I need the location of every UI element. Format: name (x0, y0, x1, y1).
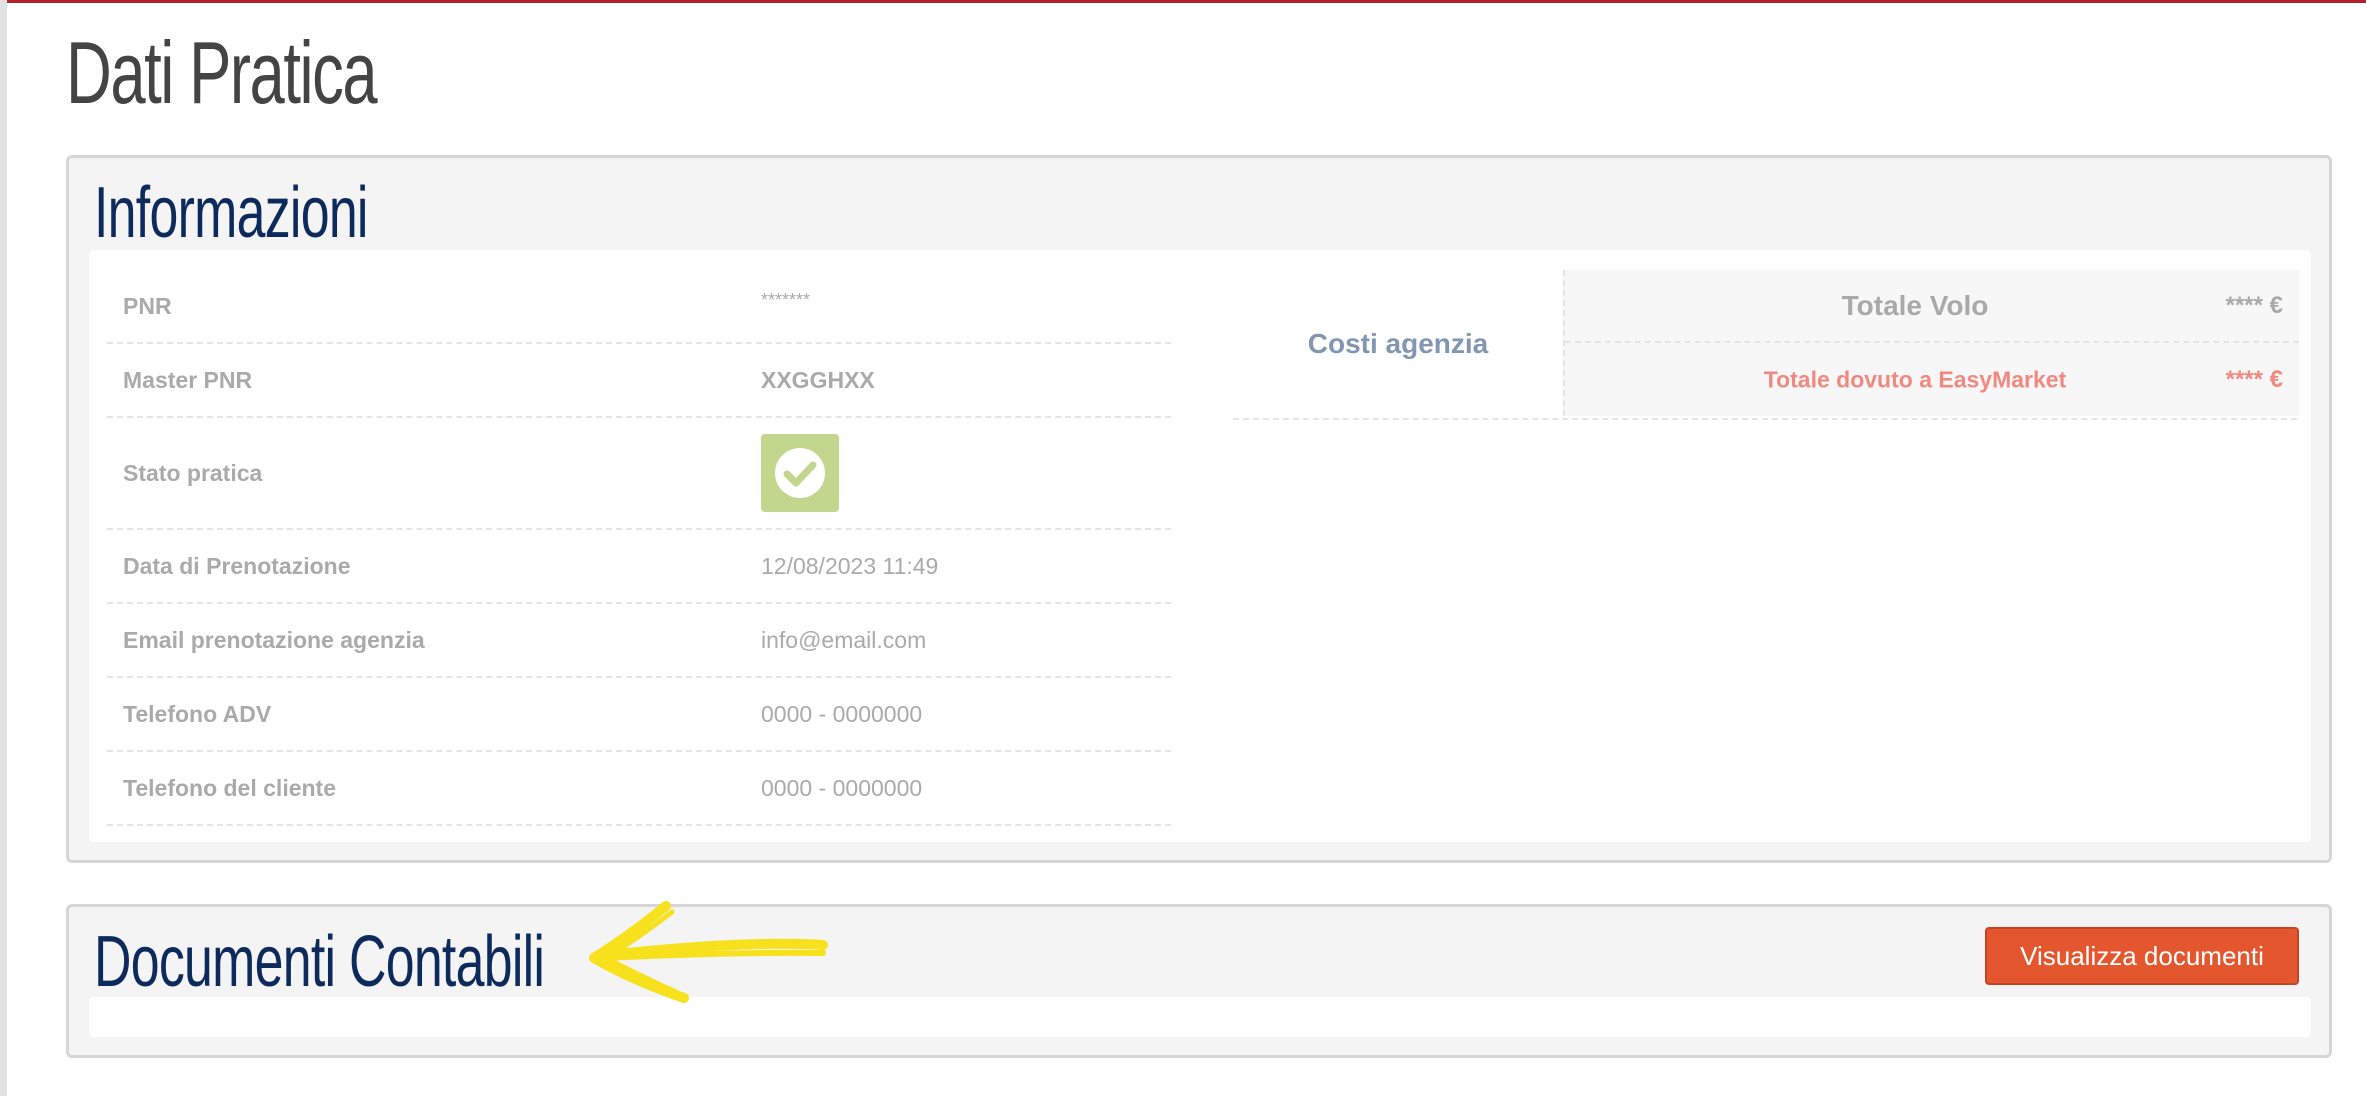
docs-panel-title: Documenti Contabili (94, 922, 545, 1002)
cost-row-totale-dovuto: Totale dovuto a EasyMarket **** € (1565, 343, 2299, 416)
info-row-stato-pratica: Stato pratica (107, 418, 1171, 530)
cost-amount: **** € (2225, 365, 2283, 393)
check-icon (761, 434, 839, 512)
info-value: 12/08/2023 11:49 (761, 552, 939, 579)
info-label: Master PNR (123, 366, 253, 393)
left-rail (0, 0, 7, 1096)
top-accent-bar (0, 0, 2366, 3)
info-label: Data di Prenotazione (123, 552, 351, 579)
annotation-arrow-icon (589, 901, 828, 1003)
docs-panel: Documenti Contabili Visualizza documenti (66, 904, 2332, 1058)
info-panel: Informazioni PNR ******* Master PNR XXGG… (66, 155, 2332, 863)
view-documents-button[interactable]: Visualizza documenti (1985, 927, 2299, 985)
info-value: 0000 - 0000000 (761, 774, 923, 801)
cost-name: Totale Volo (1841, 289, 1989, 321)
docs-panel-body (89, 997, 2311, 1037)
info-value: XXGGHXX (761, 366, 875, 393)
info-row-master-pnr: Master PNR XXGGHXX (107, 344, 1171, 418)
info-value: 0000 - 0000000 (761, 700, 923, 727)
cost-row-totale-volo: Totale Volo **** € (1565, 270, 2299, 343)
info-label: PNR (123, 292, 172, 319)
info-row-telefono-adv: Telefono ADV 0000 - 0000000 (107, 678, 1171, 752)
info-row-telefono-cliente: Telefono del cliente 0000 - 0000000 (107, 752, 1171, 826)
info-panel-body: PNR ******* Master PNR XXGGHXX Stato pra… (89, 250, 2311, 842)
cost-name: Totale dovuto a EasyMarket (1763, 366, 2067, 392)
info-value: info@email.com (761, 626, 927, 653)
info-label: Email prenotazione agenzia (123, 626, 425, 653)
info-value: ******* (761, 289, 811, 310)
info-table: PNR ******* Master PNR XXGGHXX Stato pra… (107, 270, 1171, 826)
costs-rows: Totale Volo **** € Totale dovuto a EasyM… (1563, 270, 2299, 416)
cost-amount: **** € (2225, 291, 2283, 319)
info-label: Telefono del cliente (123, 774, 336, 801)
info-row-pnr: PNR ******* (107, 270, 1171, 344)
info-row-email: Email prenotazione agenzia info@email.co… (107, 604, 1171, 678)
costs-label: Costi agenzia (1307, 328, 1489, 359)
info-label: Stato pratica (123, 459, 263, 486)
page-title: Dati Pratica (66, 23, 378, 122)
info-panel-title: Informazioni (94, 173, 368, 253)
info-label: Telefono ADV (123, 700, 272, 727)
costs-table: Costi agenzia Totale Volo **** € Totale … (1233, 270, 2299, 420)
info-row-data-prenotazione: Data di Prenotazione 12/08/2023 11:49 (107, 530, 1171, 604)
